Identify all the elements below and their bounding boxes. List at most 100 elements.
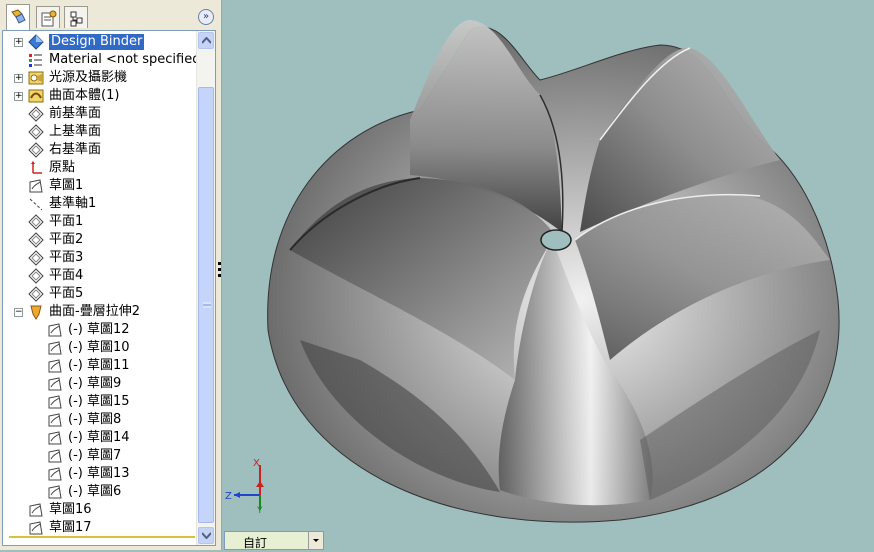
tree-item-label: 草圖1 xyxy=(49,178,84,193)
tree-item-label: (-) 草圖9 xyxy=(68,376,122,391)
tree-item[interactable]: 右基準面 xyxy=(28,141,101,159)
sketch-icon xyxy=(47,466,63,482)
tree-item[interactable]: 平面4 xyxy=(28,267,83,285)
feature-tree-icon xyxy=(11,9,26,24)
plane-icon xyxy=(28,106,44,122)
tree-item-label: 右基準面 xyxy=(49,142,102,157)
tree-item-label: (-) 草圖13 xyxy=(68,466,130,481)
tree-item[interactable]: (-) 草圖15 xyxy=(47,393,130,411)
tree-item[interactable]: (-) 草圖11 xyxy=(47,357,130,375)
material-icon xyxy=(28,52,44,68)
plane-icon xyxy=(28,214,44,230)
tree-item[interactable]: (-) 草圖7 xyxy=(47,447,121,465)
sketch-icon xyxy=(47,448,63,464)
y-axis-label: Y xyxy=(256,506,263,515)
tree-item[interactable]: Design Binder xyxy=(28,33,145,51)
tree-item[interactable]: 草圖1 xyxy=(28,177,83,195)
tree-item[interactable]: 基準軸1 xyxy=(28,195,96,213)
tree-item-label: 平面4 xyxy=(49,268,84,283)
plane-icon xyxy=(28,250,44,266)
chevron-up-icon xyxy=(202,37,211,44)
tree-item[interactable]: Material <not specified> xyxy=(28,51,196,69)
property-manager-icon xyxy=(41,10,57,27)
axis-icon xyxy=(28,196,44,212)
configuration-selector[interactable]: 自訂 xyxy=(224,531,324,550)
feature-tree: + Design Binder Material <not specified> + 光… xyxy=(3,31,196,545)
tree-item[interactable]: 草圖16 xyxy=(28,501,92,519)
scroll-down-button[interactable] xyxy=(198,527,214,544)
property-manager-tab[interactable] xyxy=(36,6,60,28)
sketch-icon xyxy=(28,502,44,518)
tree-item[interactable]: 平面1 xyxy=(28,213,83,231)
tree-item[interactable]: (-) 草圖9 xyxy=(47,375,121,393)
tree-expander[interactable]: + xyxy=(14,92,23,101)
sketch-icon xyxy=(28,178,44,194)
tree-item-label: 平面5 xyxy=(49,286,84,301)
tree-item-label: (-) 草圖10 xyxy=(68,340,130,355)
tree-item[interactable]: 草圖17 xyxy=(28,519,92,537)
tree-item-label: (-) 草圖14 xyxy=(68,430,130,445)
tree-item[interactable]: 上基準面 xyxy=(28,123,101,141)
tree-item[interactable]: 前基準面 xyxy=(28,105,101,123)
double-chevron-right-icon: » xyxy=(202,11,210,22)
collapse-panel-button[interactable]: » xyxy=(198,9,214,25)
configuration-manager-tab[interactable] xyxy=(64,6,88,28)
sketch-icon xyxy=(47,358,63,374)
feature-manager-panel: » + Design Binder Material <not specified>… xyxy=(0,0,218,550)
sketch-icon xyxy=(28,520,44,536)
tree-item[interactable]: 平面3 xyxy=(28,249,83,267)
tree-item-label: (-) 草圖8 xyxy=(68,412,122,427)
tree-item[interactable]: (-) 草圖8 xyxy=(47,411,121,429)
scroll-thumb[interactable] xyxy=(198,87,214,523)
surface-model xyxy=(267,20,840,523)
sketch-icon xyxy=(47,484,63,500)
tree-item[interactable]: (-) 草圖14 xyxy=(47,429,130,447)
tree-expander[interactable]: + xyxy=(14,38,23,47)
tree-item[interactable]: (-) 草圖12 xyxy=(47,321,130,339)
surface-bodies-icon xyxy=(28,88,44,104)
plane-icon xyxy=(28,142,44,158)
rollback-bar[interactable] xyxy=(9,536,195,538)
chevron-down-icon xyxy=(202,532,211,539)
x-axis-label: X xyxy=(253,458,260,469)
tree-item-label: 上基準面 xyxy=(49,124,102,139)
sketch-icon xyxy=(47,430,63,446)
grip-icon xyxy=(203,302,211,308)
dropdown-arrow-icon[interactable] xyxy=(308,532,323,549)
tree-item[interactable]: 平面2 xyxy=(28,231,83,249)
tree-item[interactable]: 平面5 xyxy=(28,285,83,303)
panel-tabs: » xyxy=(0,0,218,30)
reference-triad: X Z Y xyxy=(225,458,264,515)
tree-item[interactable]: (-) 草圖13 xyxy=(47,465,130,483)
tree-item-label: 曲面-疊層拉伸2 xyxy=(49,304,140,319)
tree-item[interactable]: (-) 草圖6 xyxy=(47,483,121,501)
scroll-up-button[interactable] xyxy=(198,32,214,49)
sketch-icon xyxy=(47,394,63,410)
tree-item-label: 草圖16 xyxy=(49,502,92,517)
tree-item[interactable]: 光源及攝影機 xyxy=(28,69,127,87)
lights-cameras-icon xyxy=(28,70,44,86)
tree-item[interactable]: 原點 xyxy=(28,159,75,177)
tree-expander[interactable]: − xyxy=(14,308,23,317)
tree-item-label: 平面2 xyxy=(49,232,84,247)
tree-item[interactable]: 曲面本體(1) xyxy=(28,87,119,105)
tree-item-label: Design Binder xyxy=(49,34,145,50)
feature-manager-tab[interactable] xyxy=(6,4,30,30)
sketch-icon xyxy=(47,376,63,392)
configuration-manager-icon xyxy=(70,11,83,27)
tree-item[interactable]: 曲面-疊層拉伸2 xyxy=(28,303,140,321)
tree-item-label: Material <not specified> xyxy=(49,52,196,67)
tree-item-label: 原點 xyxy=(49,160,76,175)
tree-item-label: (-) 草圖12 xyxy=(68,322,130,337)
vertical-scrollbar[interactable] xyxy=(196,31,215,545)
z-axis-label: Z xyxy=(225,491,232,502)
sketch-icon xyxy=(47,322,63,338)
graphics-viewport[interactable]: X Z Y xyxy=(222,0,874,550)
tree-item-label: (-) 草圖15 xyxy=(68,394,130,409)
feature-tree-frame: + Design Binder Material <not specified> + 光… xyxy=(2,30,216,546)
tree-item-label: 平面1 xyxy=(49,214,84,229)
tree-item[interactable]: (-) 草圖10 xyxy=(47,339,130,357)
design-binder-icon xyxy=(28,34,44,50)
sketch-icon xyxy=(47,340,63,356)
tree-expander[interactable]: + xyxy=(14,74,23,83)
